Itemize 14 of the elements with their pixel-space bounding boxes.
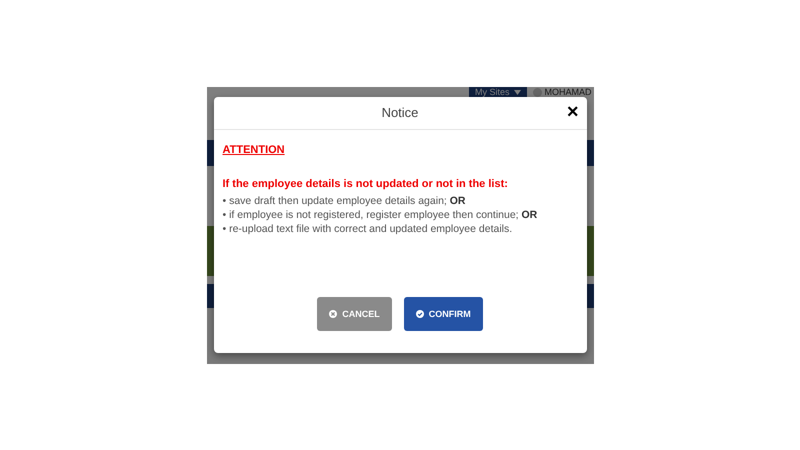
confirm-button[interactable]: CONFIRM [404,296,483,330]
notice-line: • re-upload text file with correct and updated employee details. [222,222,512,236]
close-circle-icon [329,310,338,318]
notice-heading: If the employee details is not updated or not in the list: [222,178,508,190]
cancel-button[interactable]: CANCEL [317,296,392,330]
close-button[interactable]: × [566,102,578,120]
notice-line: • save draft then update employee details again; OR [222,194,466,208]
dialog-title: Notice [382,105,418,120]
check-circle-icon [416,310,424,318]
notice-line: • if employee is not registered, register employee then continue; OR [222,208,538,222]
attention-label: ATTENTION [222,144,285,156]
user-menu[interactable]: MOHAMAD [532,87,592,97]
caret-icon [514,90,520,94]
sites-dropdown[interactable]: My Sites [468,86,526,98]
